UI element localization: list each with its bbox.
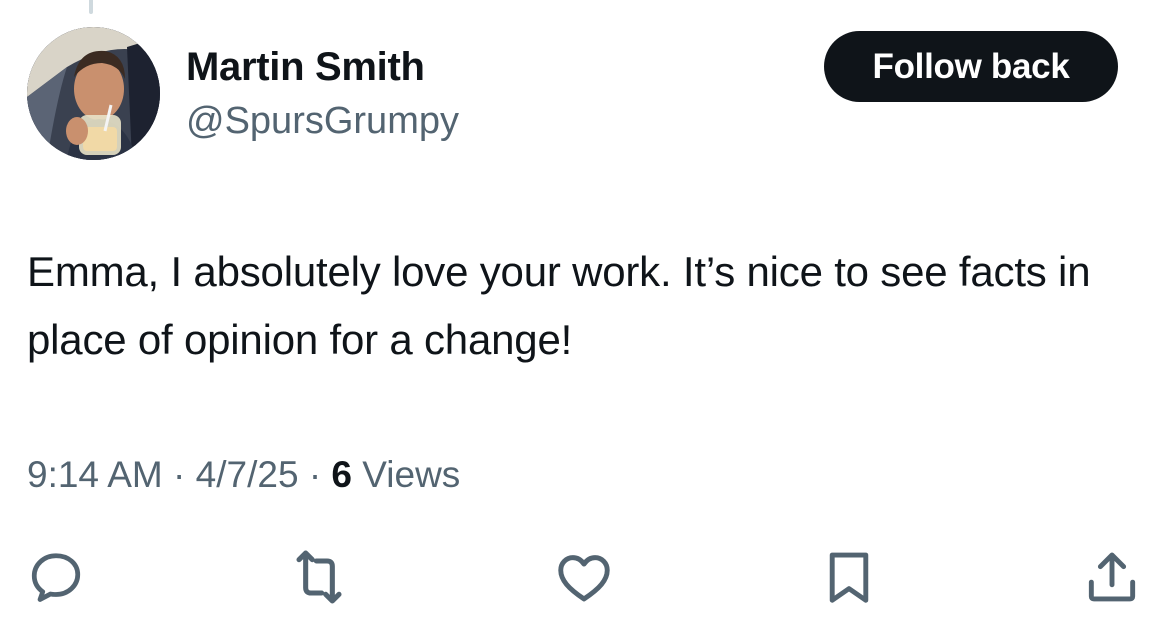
author-display-name[interactable]: Martin Smith xyxy=(186,44,425,90)
author-handle[interactable]: @SpursGrumpy xyxy=(186,99,459,143)
tweet-time[interactable]: 9:14 AM xyxy=(27,454,163,495)
tweet-date[interactable]: 4/7/25 xyxy=(196,454,299,495)
repost-button[interactable] xyxy=(287,545,351,609)
thread-connector-line xyxy=(89,0,93,14)
share-button[interactable] xyxy=(1080,545,1144,609)
reply-button[interactable] xyxy=(24,545,88,609)
views-count: 6 xyxy=(331,454,352,495)
bookmark-button[interactable] xyxy=(817,545,881,609)
views-label: Views xyxy=(362,454,461,495)
tweet-meta: 9:14 AM · 4/7/25 · 6 Views xyxy=(27,452,460,498)
avatar[interactable] xyxy=(27,27,160,160)
follow-back-button[interactable]: Follow back xyxy=(824,31,1118,102)
like-icon xyxy=(558,555,610,602)
share-icon xyxy=(1088,552,1136,602)
bookmark-icon xyxy=(829,552,869,603)
reply-icon xyxy=(31,553,81,602)
repost-icon xyxy=(296,550,342,604)
meta-separator: · xyxy=(308,454,322,495)
tweet-text: Emma, I absolutely love your work. It’s … xyxy=(27,248,1091,363)
meta-separator: · xyxy=(173,454,186,495)
like-button[interactable] xyxy=(552,545,616,609)
avatar-image xyxy=(27,27,160,160)
